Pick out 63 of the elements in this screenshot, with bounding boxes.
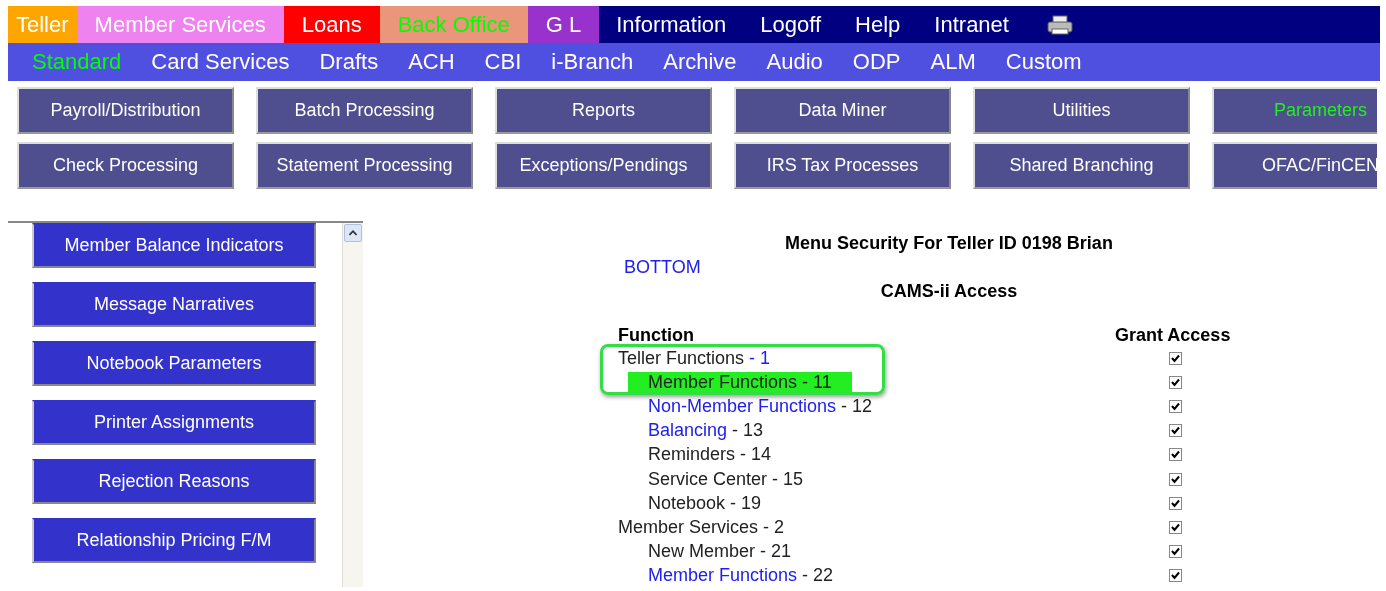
printer-icon[interactable] <box>1045 13 1074 36</box>
submenu-tab[interactable]: ACH <box>393 49 470 75</box>
function-link[interactable]: Non-Member Functions - 12 <box>648 395 873 416</box>
section-button[interactable]: Statement Processing <box>256 142 473 189</box>
section-button[interactable]: Shared Branching <box>973 142 1190 189</box>
section-button[interactable]: Exceptions/Pendings <box>495 142 712 189</box>
function-label: Notebook - 19 <box>648 492 762 513</box>
sidebar-button[interactable]: Notebook Parameters <box>32 341 316 386</box>
access-checkbox[interactable] <box>1169 448 1182 462</box>
function-label: New Member - 21 <box>648 541 792 562</box>
submenu-tab[interactable]: Audio <box>751 49 838 75</box>
access-checkbox[interactable] <box>1169 399 1182 413</box>
submenu-tab[interactable]: Custom <box>990 49 1097 75</box>
menu-tab[interactable]: Loans <box>283 6 380 43</box>
access-checkbox[interactable] <box>1169 351 1182 365</box>
access-checkbox[interactable] <box>1169 472 1182 486</box>
submenu-tab[interactable]: Standard <box>17 49 137 75</box>
submenu-tab[interactable]: Drafts <box>304 49 394 75</box>
section-button[interactable]: Utilities <box>973 87 1190 134</box>
submenu-tab[interactable]: CBI <box>469 49 537 75</box>
page-subtitle: CAMS-ii Access <box>879 281 1019 302</box>
function-label: Service Center - 15 <box>648 468 804 489</box>
column-header: Grant Access <box>1115 325 1231 346</box>
section-button[interactable]: Check Processing <box>17 142 234 189</box>
scroll-up-icon[interactable] <box>344 224 362 242</box>
section-button[interactable]: IRS Tax Processes <box>734 142 951 189</box>
function-link[interactable]: Teller Functions - 1 <box>618 347 771 368</box>
sidebar-button[interactable]: Relationship Pricing F/M <box>32 518 316 563</box>
sidebar-button[interactable]: Member Balance Indicators <box>32 223 316 268</box>
section-button[interactable]: Data Miner <box>734 87 951 134</box>
section-button[interactable]: OFAC/FinCEN <box>1212 142 1377 189</box>
menu-tab[interactable]: Logoff <box>743 6 839 43</box>
section-button[interactable]: Payroll/Distribution <box>17 87 234 134</box>
access-checkbox[interactable] <box>1169 424 1182 438</box>
sidebar-button[interactable]: Printer Assignments <box>32 400 316 445</box>
column-header: Function <box>618 325 695 346</box>
menu-tab[interactable]: Help <box>838 6 918 43</box>
access-checkbox[interactable] <box>1169 569 1182 583</box>
section-button[interactable]: Parameters <box>1212 87 1377 134</box>
bottom-link[interactable]: BOTTOM <box>624 257 701 278</box>
submenu-tab[interactable]: i-Branch <box>536 49 649 75</box>
section-button[interactable]: Batch Processing <box>256 87 473 134</box>
sidebar-button[interactable]: Rejection Reasons <box>32 459 316 504</box>
scrollbar[interactable] <box>342 223 363 587</box>
function-link[interactable]: Balancing - 13 <box>648 420 764 441</box>
function-label: Reminders - 14 <box>648 444 772 465</box>
menu-tab[interactable]: G L <box>527 6 600 43</box>
submenu-tab[interactable]: ALM <box>915 49 991 75</box>
page-title: Menu Security For Teller ID 0198 Brian <box>784 233 1114 254</box>
function-link[interactable]: Member Functions - 22 <box>648 565 834 586</box>
submenu-tab[interactable]: Card Services <box>136 49 305 75</box>
sidebar-button[interactable]: Message Narratives <box>32 282 316 327</box>
submenu-tab[interactable]: ODP <box>837 49 916 75</box>
section-button[interactable]: Reports <box>495 87 712 134</box>
access-checkbox[interactable] <box>1169 496 1182 510</box>
menu-tab[interactable]: Intranet <box>917 6 1026 43</box>
access-checkbox[interactable] <box>1169 520 1182 534</box>
submenu-tab[interactable]: Archive <box>648 49 752 75</box>
function-label: Member Functions - 11 <box>628 371 852 392</box>
menu-tab[interactable]: Information <box>599 6 744 43</box>
function-label: Member Services - 2 <box>618 516 785 537</box>
access-checkbox[interactable] <box>1169 375 1182 389</box>
access-checkbox[interactable] <box>1169 545 1182 559</box>
